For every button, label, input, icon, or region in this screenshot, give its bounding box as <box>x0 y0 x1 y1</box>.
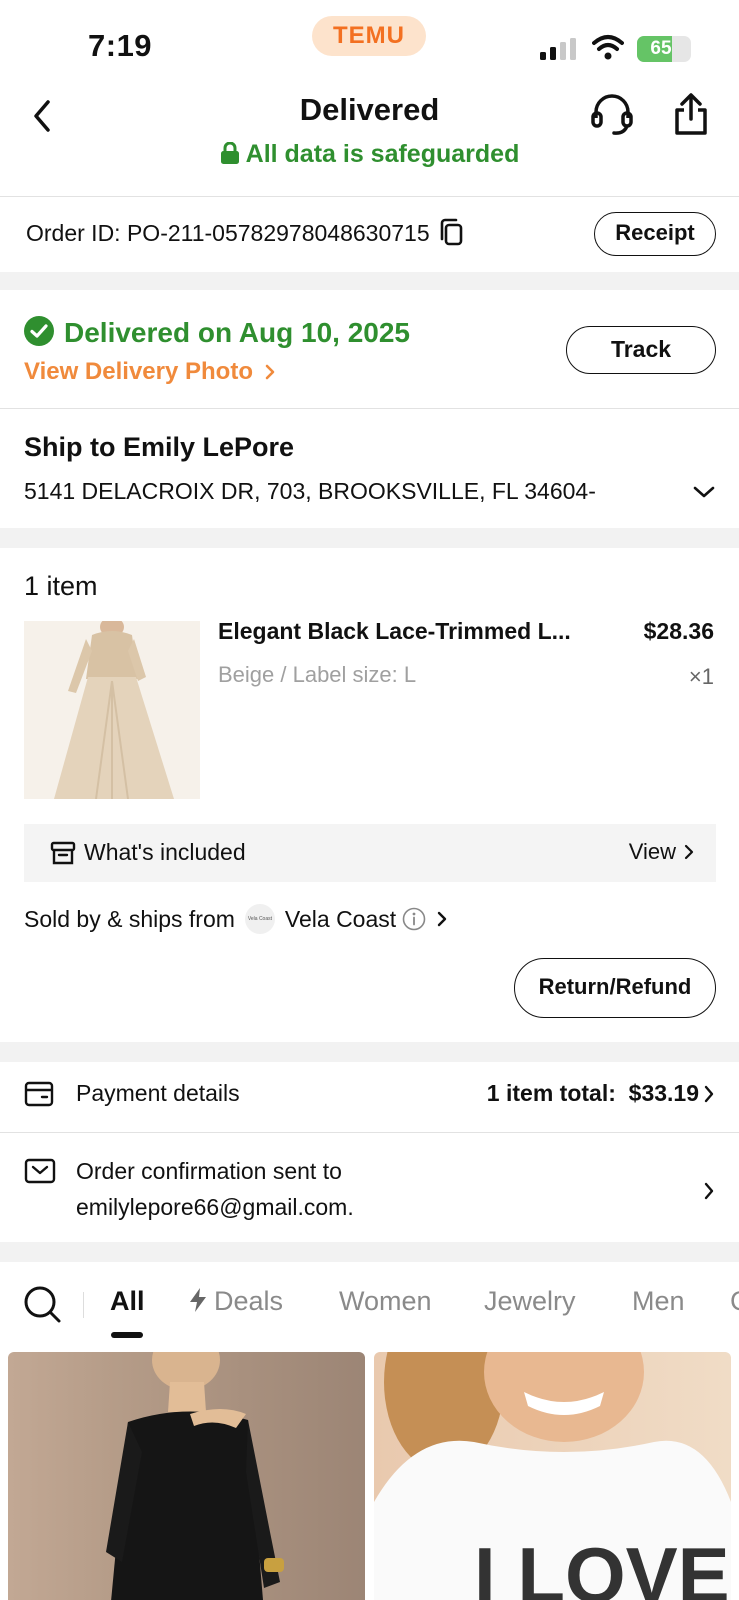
tab-jewelry[interactable]: Jewelry <box>484 1286 576 1317</box>
track-button[interactable]: Track <box>566 326 716 374</box>
product-variant: Beige / Label size: L <box>218 662 417 687</box>
whats-included-view[interactable]: View <box>629 839 694 865</box>
tshirt-print-text: I LOVE <box>474 1531 730 1600</box>
section-separator <box>0 272 739 290</box>
product-image[interactable] <box>24 621 200 799</box>
tab-deals-label: Deals <box>214 1286 284 1316</box>
return-refund-button[interactable]: Return/Refund <box>514 958 716 1018</box>
tab-all[interactable]: All <box>110 1286 145 1317</box>
product-card[interactable] <box>8 1352 365 1600</box>
tab-deals[interactable]: Deals <box>188 1286 283 1317</box>
delivery-divider <box>0 408 739 409</box>
confirmation-line-1: Order confirmation sent to <box>76 1158 342 1184</box>
info-icon[interactable] <box>402 907 426 931</box>
delivery-status-text: Delivered on Aug 10, 2025 <box>64 317 410 348</box>
view-label: View <box>628 839 676 864</box>
payment-divider <box>0 1132 739 1133</box>
items-count: 1 item <box>24 571 98 601</box>
order-confirmation-row[interactable]: Order confirmation sent to emilylepore66… <box>0 1145 739 1235</box>
share-icon[interactable] <box>672 92 710 136</box>
store-name[interactable]: Vela Coast <box>285 906 396 933</box>
safeguard-text: All data is safeguarded <box>245 140 520 168</box>
ship-address: 5141 DELACROIX DR, 703, BROOKSVILLE, FL … <box>24 478 684 505</box>
header-divider <box>0 196 739 197</box>
chevron-right-icon <box>684 844 694 860</box>
chevron-right-icon <box>265 364 274 380</box>
temu-app-pill[interactable]: TEMU <box>312 16 426 56</box>
jumpsuit-image <box>106 1352 284 1600</box>
mail-icon <box>24 1158 56 1184</box>
product-name[interactable]: Elegant Black Lace-Trimmed L... <box>218 618 618 645</box>
box-icon <box>50 841 76 865</box>
lightning-icon <box>190 1288 206 1312</box>
battery-icon: 65 <box>637 36 691 62</box>
search-icon[interactable] <box>22 1284 62 1324</box>
wallet-icon <box>24 1081 54 1107</box>
chevron-right-icon <box>704 1182 714 1200</box>
status-bar: 7:19 TEMU 65 <box>0 0 739 90</box>
chevron-right-icon <box>704 1085 714 1103</box>
order-id-text: Order ID: PO-211-05782978048630715 <box>26 220 430 246</box>
dress-image <box>24 621 200 799</box>
headset-support-icon[interactable] <box>590 92 634 136</box>
payment-details-row[interactable]: Payment details 1 item total: $33.19 <box>0 1068 739 1128</box>
copy-icon[interactable] <box>438 218 464 246</box>
sold-by-row[interactable]: Sold by & ships from Vela Coast Vela Coa… <box>24 904 448 934</box>
ship-to-name: Ship to Emily LePore <box>24 432 295 462</box>
order-confirmation-text: Order confirmation sent to emilylepore66… <box>76 1153 354 1225</box>
tshirt-image: I LOVE <box>374 1352 731 1600</box>
view-delivery-photo-link[interactable]: View Delivery Photo <box>24 358 276 386</box>
status-time: 7:19 <box>88 28 153 63</box>
receipt-button[interactable]: Receipt <box>594 212 716 256</box>
section-separator <box>0 528 739 548</box>
confirmation-email: emilylepore66@gmail.com. <box>76 1194 354 1220</box>
safeguard-notice: All data is safeguarded <box>0 140 739 169</box>
section-separator <box>0 1242 739 1262</box>
view-delivery-photo-label: View Delivery Photo <box>24 358 253 385</box>
payment-details-label: Payment details <box>76 1080 240 1106</box>
category-tabs: All Deals Women Jewelry Men C <box>0 1272 739 1342</box>
tab-separator <box>83 1292 84 1318</box>
payment-total: 1 item total: $33.19 <box>486 1080 699 1106</box>
chevron-down-icon[interactable] <box>692 484 716 500</box>
check-circle-icon <box>24 316 54 346</box>
store-logo: Vela Coast <box>244 904 275 934</box>
tab-women[interactable]: Women <box>339 1286 432 1317</box>
whats-included-row[interactable]: What's included View <box>24 824 716 882</box>
section-separator <box>0 1042 739 1062</box>
tab-men[interactable]: Men <box>632 1286 685 1317</box>
battery-level: 65 <box>650 38 672 59</box>
delivery-status: Delivered on Aug 10, 2025 <box>24 316 410 349</box>
active-tab-indicator <box>111 1332 143 1338</box>
product-card[interactable]: I LOVE <box>374 1352 731 1600</box>
cellular-signal-icon <box>540 38 576 60</box>
tab-cut-off[interactable]: C <box>730 1286 739 1317</box>
whats-included-label: What's included <box>84 839 246 865</box>
lock-icon <box>220 142 239 164</box>
product-price: $28.36 <box>643 618 714 644</box>
product-quantity: ×1 <box>688 664 714 689</box>
wifi-icon <box>592 35 624 60</box>
page-header: Delivered All data is safeguarded <box>0 84 739 194</box>
order-id: Order ID: PO-211-05782978048630715 <box>26 218 464 247</box>
sold-by-label: Sold by & ships from <box>24 905 235 932</box>
chevron-right-icon <box>437 911 447 927</box>
